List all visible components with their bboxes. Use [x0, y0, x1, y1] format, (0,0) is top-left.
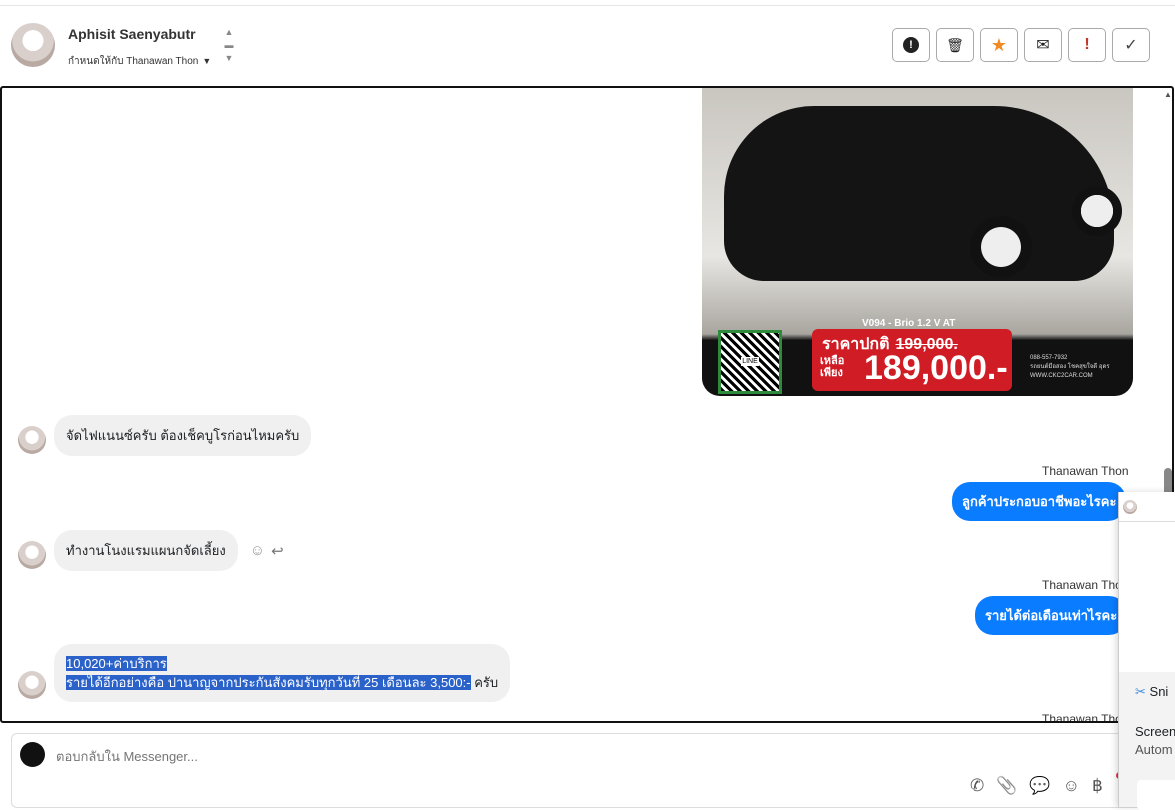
car-shape — [724, 106, 1114, 281]
sender-name: Thanawan Thon — [1042, 578, 1129, 592]
website: WWW.CKC2CAR.COM — [1030, 373, 1093, 379]
dealer-contact: 088-557-7932 รถยนต์มือสอง โชคสุขใจดี อุด… — [1030, 354, 1110, 381]
wheel — [970, 216, 1032, 278]
sender-name: Thanawan Thon — [1042, 464, 1129, 478]
mark-unread-button[interactable]: ✉ — [1024, 28, 1062, 62]
prev-conversation-icon[interactable]: ▲ — [222, 26, 236, 39]
done-button[interactable]: ✓ — [1112, 28, 1150, 62]
next-conversation-icon[interactable]: ▼ — [222, 52, 236, 65]
now-label: เหลือ เพียง — [820, 355, 845, 379]
caret-down-icon: ▼ — [202, 56, 212, 66]
contact-avatar — [18, 425, 46, 454]
conversation-nav: ▲ ▬ ▼ — [222, 26, 236, 65]
payment-icon[interactable]: ฿ — [1092, 776, 1103, 796]
snipping-app-name: Sni — [1149, 684, 1169, 699]
reply-input[interactable] — [56, 749, 656, 764]
selected-text: รายได้อีกอย่างคือ ปานาญจากประกันสังคมรับ… — [66, 675, 471, 690]
snipping-app: ✂ Sni — [1135, 684, 1168, 700]
page-avatar — [20, 742, 45, 767]
snipping-preview — [1137, 780, 1175, 810]
selected-text: 10,020+ค่าบริการ — [66, 656, 167, 671]
exclamation-icon: ! — [1084, 36, 1090, 53]
snipping-subtitle: Autom — [1135, 742, 1173, 757]
composer-tools: ✆ 📎 💬 ☺ ฿ — [970, 776, 1103, 796]
mini-avatar — [1123, 500, 1137, 514]
phone: 088-557-7932 — [1030, 355, 1068, 361]
message-bubble[interactable]: จัดไฟแนนซ์ครับ ต้องเช็คบูโรก่อนไหมครับ — [54, 415, 312, 456]
message-text: ครับ — [470, 675, 499, 690]
contact-avatar — [18, 671, 46, 699]
conversation-header: Aphisit Saenyabutr กำหนดให้กับ Thanawan … — [0, 6, 1175, 86]
assigned-label: กำหนดให้กับ Thanawan Thon — [68, 56, 199, 67]
snipping-notification[interactable]: ✂ Sni Screen Autom — [1119, 672, 1175, 810]
star-icon: ★ — [990, 34, 1008, 55]
sender-name: Thanawan Thon — [1042, 712, 1129, 723]
important-button[interactable]: ! — [1068, 28, 1106, 62]
spam-button[interactable]: ! — [892, 28, 930, 62]
wheel — [1072, 186, 1122, 236]
check-icon: ✓ — [1124, 37, 1138, 54]
message-outgoing[interactable]: ลูกค้าประกอบอาชีพอะไรคะ — [952, 482, 1127, 521]
action-toolbar: ! 🗑 ★ ✉ ! ✓ — [892, 28, 1150, 62]
reply-icon[interactable]: ↩ — [271, 542, 284, 560]
qr-label: LINE — [741, 357, 759, 366]
snipping-popup: ✂ Sni Screen Autom — [1118, 492, 1175, 810]
contact-avatar[interactable] — [11, 23, 55, 67]
reply-composer: ✆ 📎 💬 ☺ ฿ — [11, 733, 1175, 808]
handle-icon: ▬ — [224, 40, 234, 50]
message-incoming: 10,020+ค่าบริการ รายได้อีกอย่างคือ ปานาญ… — [18, 644, 511, 702]
car-ad-image[interactable]: V094 - Brio 1.2 V AT LINE ราคาปกติ 199,00… — [702, 88, 1133, 396]
emoji-icon[interactable]: ☺ — [1063, 776, 1080, 796]
saved-reply-icon[interactable]: 💬 — [1029, 776, 1050, 796]
facebook: รถยนต์มือสอง โชคสุขใจดี อุดร — [1030, 364, 1110, 370]
call-add-icon[interactable]: ✆ — [970, 776, 984, 796]
now-price: 189,000.- — [864, 349, 1008, 387]
scissors-icon: ✂ — [1135, 684, 1146, 699]
car-model-label: V094 - Brio 1.2 V AT — [862, 318, 956, 329]
attach-icon[interactable]: 📎 — [996, 776, 1017, 796]
delete-button[interactable]: 🗑 — [936, 28, 974, 62]
snipping-title: Screen — [1135, 724, 1175, 739]
message-thread: V094 - Brio 1.2 V AT LINE ราคาปกติ 199,00… — [0, 86, 1174, 723]
trash-icon: 🗑 — [946, 36, 964, 53]
emoji-react-icon[interactable]: ☺ — [250, 542, 265, 559]
message-incoming: จัดไฟแนนซ์ครับ ต้องเช็คบูโรก่อนไหมครับ — [18, 415, 312, 456]
contact-name[interactable]: Aphisit Saenyabutr — [68, 26, 196, 42]
qr-code: LINE — [718, 330, 782, 394]
assign-dropdown[interactable]: กำหนดให้กับ Thanawan Thon ▼ — [68, 54, 211, 69]
contact-avatar — [18, 540, 46, 569]
message-outgoing[interactable]: รายได้ต่อเดือนเท่าไรคะ — [975, 596, 1128, 635]
message-incoming: ทำงานโนงแรมแผนกจัดเลี้ยง ☺ ↩ — [18, 530, 284, 571]
star-button[interactable]: ★ — [980, 28, 1018, 62]
message-bubble[interactable]: ทำงานโนงแรมแผนกจัดเลี้ยง — [54, 530, 238, 571]
price-banner: ราคาปกติ 199,000. เหลือ เพียง 189,000.- — [812, 329, 1012, 391]
popup-header — [1119, 492, 1175, 522]
envelope-icon: ✉ — [1036, 37, 1050, 54]
scroll-up-icon[interactable]: ▲ — [1162, 90, 1172, 99]
alert-icon: ! — [903, 37, 919, 53]
message-bubble[interactable]: 10,020+ค่าบริการ รายได้อีกอย่างคือ ปานาญ… — [54, 644, 511, 702]
